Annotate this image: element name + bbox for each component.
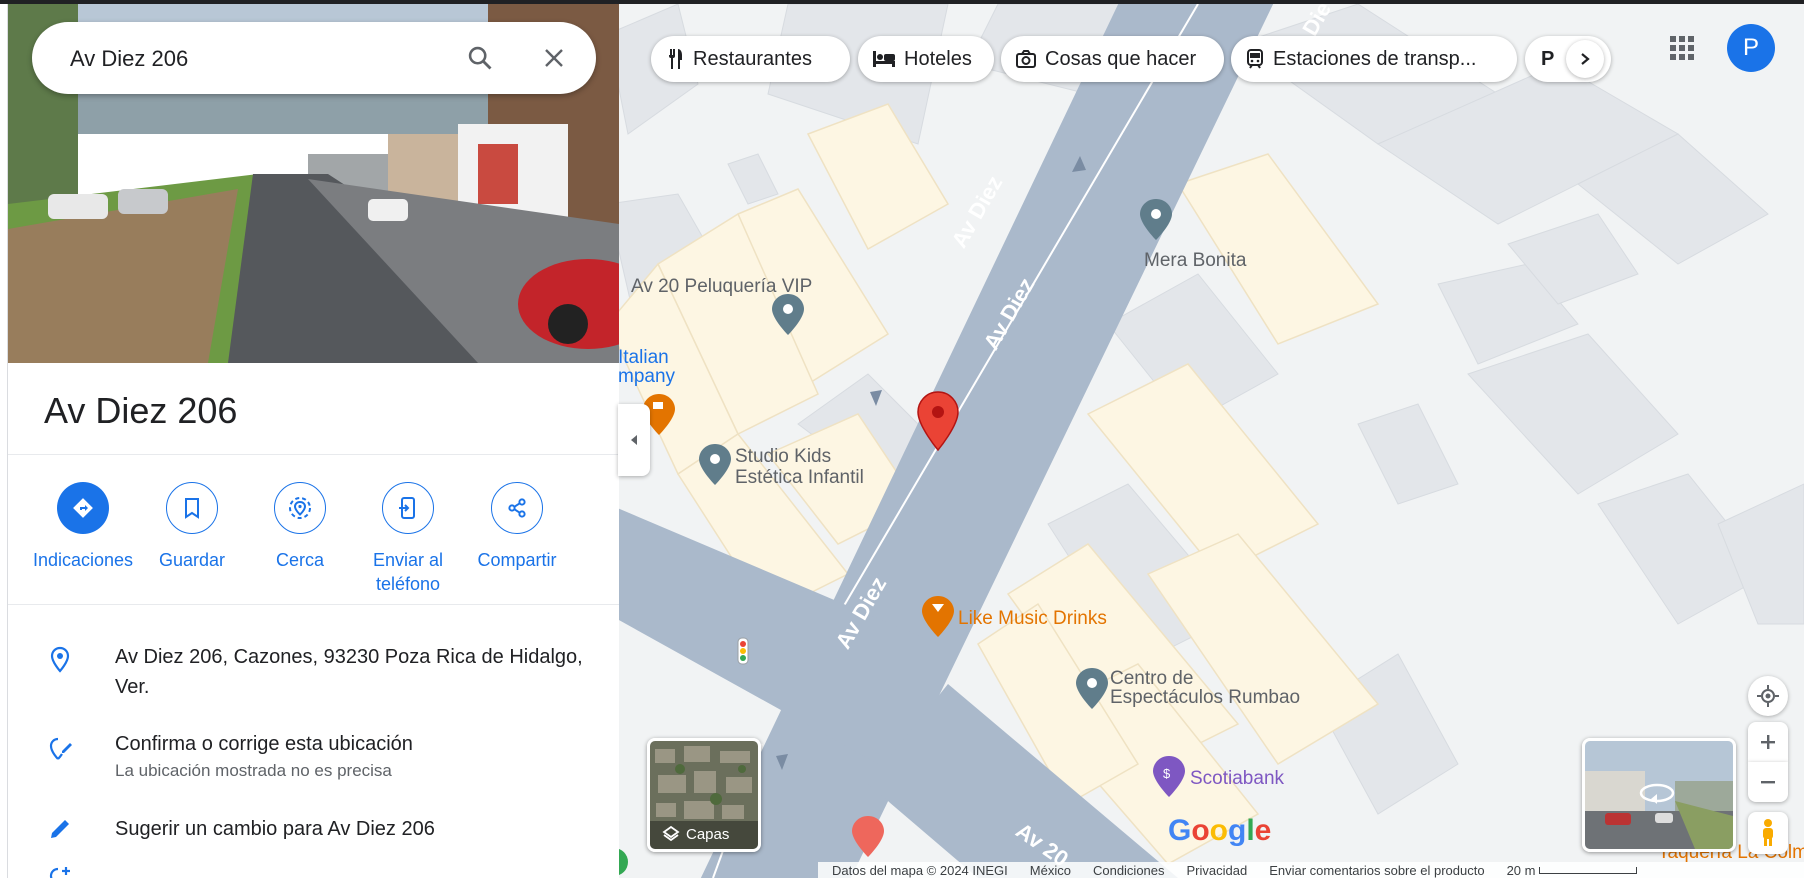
plus-icon [1761, 735, 1775, 749]
map-label-italian-2[interactable]: mpany [618, 366, 675, 388]
share-label: Compartir [477, 550, 557, 570]
chip-things-to-do-label: Cosas que hacer [1045, 47, 1197, 70]
chip-more-label: P [1541, 47, 1555, 70]
share-icon [491, 482, 543, 534]
terms-link[interactable]: Condiciones [1093, 863, 1165, 878]
street-view-thumbnail[interactable] [1582, 738, 1736, 852]
nearby-icon [274, 482, 326, 534]
confirm-location-title: Confirma o corrige esta ubicación [115, 733, 413, 755]
minus-icon [1761, 781, 1775, 784]
bookmark-icon [166, 482, 218, 534]
scale-label[interactable]: 20 m [1507, 863, 1536, 878]
suggest-edit-row[interactable]: Sugerir un cambio para Av Diez 206 [8, 814, 619, 854]
bed-icon [872, 50, 896, 68]
chip-restaurants[interactable]: Restaurantes [651, 36, 850, 82]
save-label: Guardar [158, 550, 226, 570]
action-buttons: Indicaciones Guardar Cerca Enviar al tel… [8, 478, 619, 608]
map-label-studio-kids-2[interactable]: Estética Infantil [735, 467, 864, 489]
chips-next-button[interactable] [1566, 40, 1604, 78]
map-label-studio-kids[interactable]: Studio Kids [735, 446, 831, 468]
location-pin-icon [42, 642, 78, 678]
address-text: Av Diez 206, Cazones, 93230 Poza Rica de… [115, 646, 583, 698]
layers-label-wrap: Capas [662, 825, 729, 843]
pencil-icon [42, 811, 78, 847]
edit-location-icon [42, 731, 78, 767]
pegman-icon [1763, 819, 1773, 846]
share-button[interactable]: Compartir [463, 478, 571, 572]
directions-button[interactable]: Indicaciones [29, 478, 137, 572]
search-icon[interactable] [462, 40, 498, 76]
google-logo: Google [1168, 814, 1272, 847]
directions-icon [57, 482, 109, 534]
map-label-like-music[interactable]: Like Music Drinks [958, 608, 1107, 630]
map-label-scotiabank[interactable]: Scotiabank [1190, 768, 1284, 790]
chevron-left-icon [631, 435, 637, 445]
layers-label: Capas [686, 825, 730, 843]
close-icon[interactable] [536, 40, 572, 76]
zoom-in-button[interactable] [1748, 722, 1788, 762]
add-place-row[interactable] [8, 866, 619, 878]
pegman-button[interactable] [1748, 812, 1788, 854]
feedback-link[interactable]: Enviar comentarios sobre el producto [1269, 863, 1484, 878]
send-to-phone-button[interactable]: Enviar al teléfono [354, 478, 462, 596]
map-label-peluqueria[interactable]: Av 20 Peluquería VIP [631, 276, 812, 298]
chip-transit-stations[interactable]: Estaciones de transp... [1231, 36, 1517, 82]
chip-transit-stations-label: Estaciones de transp... [1273, 47, 1477, 70]
fork-knife-icon [665, 48, 685, 70]
save-button[interactable]: Guardar [138, 478, 246, 572]
nearby-button[interactable]: Cerca [246, 478, 354, 572]
place-panel: Av Diez 206 Indicaciones Guardar Cerca E… [7, 4, 619, 878]
scale-bar[interactable] [1539, 866, 1638, 874]
layers-icon [662, 825, 680, 842]
rotate-360-icon [1639, 783, 1675, 804]
chip-restaurants-label: Restaurantes [693, 47, 812, 70]
apps-grid-icon[interactable] [1668, 34, 1696, 62]
country-link[interactable]: México [1030, 863, 1071, 878]
zoom-out-button[interactable] [1748, 762, 1788, 802]
search-input[interactable] [68, 40, 452, 78]
search-box [32, 22, 596, 94]
map-label-mera-bonita[interactable]: Mera Bonita [1144, 250, 1246, 272]
send-to-phone-icon [382, 482, 434, 534]
directions-label: Indicaciones [32, 550, 134, 570]
camera-icon [1015, 49, 1037, 69]
chevron-right-icon [1581, 53, 1590, 65]
send-to-phone-label: Enviar al teléfono [372, 550, 444, 594]
add-place-icon [42, 860, 78, 878]
chip-hotels-label: Hoteles [904, 47, 972, 70]
map-label-centro-2[interactable]: Espectáculos Rumbao [1110, 687, 1300, 709]
crosshair-icon [1757, 685, 1779, 707]
address-row[interactable]: Av Diez 206, Cazones, 93230 Poza Rica de… [8, 642, 619, 712]
divider [8, 604, 619, 605]
chip-hotels[interactable]: Hoteles [858, 36, 994, 82]
chip-things-to-do[interactable]: Cosas que hacer [1001, 36, 1224, 82]
map-footer: Datos del mapa © 2024 INEGI México Condi… [818, 862, 1804, 878]
layers-button[interactable]: Capas [647, 738, 761, 852]
privacy-link[interactable]: Privacidad [1187, 863, 1248, 878]
svg-text:$: $ [1163, 766, 1171, 781]
account-avatar[interactable]: P [1727, 24, 1775, 72]
confirm-location-row[interactable]: Confirma o corrige esta ubicación La ubi… [8, 729, 619, 789]
collapse-panel-button[interactable] [618, 404, 650, 476]
suggest-edit-text: Sugerir un cambio para Av Diez 206 [115, 818, 435, 840]
divider [8, 454, 619, 455]
place-title: Av Diez 206 [44, 390, 238, 431]
my-location-button[interactable] [1748, 676, 1788, 716]
nearby-label: Cerca [275, 550, 324, 570]
confirm-location-subtitle: La ubicación mostrada no es precisa [115, 761, 392, 780]
map-data-attribution: Datos del mapa © 2024 INEGI [832, 862, 1008, 878]
train-icon [1245, 48, 1265, 70]
